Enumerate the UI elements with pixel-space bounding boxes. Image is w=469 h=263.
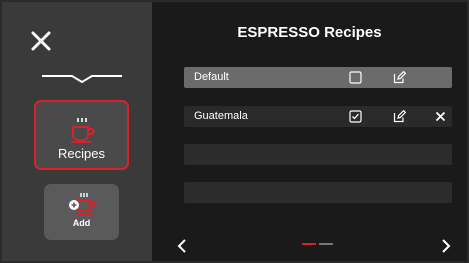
chevron-divider-icon bbox=[42, 75, 122, 84]
checkbox-unchecked-icon[interactable] bbox=[349, 71, 362, 84]
recipes-tile-label: Recipes bbox=[58, 146, 105, 161]
recipe-row-default[interactable]: Default bbox=[184, 67, 452, 88]
empty-recipe-slot[interactable] bbox=[184, 182, 452, 203]
decorative-divider bbox=[42, 72, 122, 86]
checkbox-checked-icon[interactable] bbox=[349, 110, 362, 123]
next-page-arrow-icon[interactable] bbox=[440, 238, 452, 254]
recipes-tile[interactable]: Recipes bbox=[34, 100, 129, 170]
recipe-row-guatemala[interactable]: Guatemala bbox=[184, 106, 452, 127]
close-icon bbox=[31, 31, 51, 51]
close-button[interactable] bbox=[30, 30, 52, 52]
delete-icon[interactable] bbox=[434, 110, 447, 123]
edit-icon[interactable] bbox=[393, 71, 406, 84]
main-panel: ESPRESSO Recipes Default Guatemala bbox=[152, 2, 467, 261]
add-tile-label: Add bbox=[72, 218, 91, 228]
previous-page-arrow-icon[interactable] bbox=[176, 238, 188, 254]
edit-icon[interactable] bbox=[393, 110, 406, 123]
recipe-name: Guatemala bbox=[194, 110, 248, 122]
pager-indicator bbox=[319, 243, 333, 245]
add-coffee-cup-icon bbox=[68, 193, 96, 215]
add-recipe-tile[interactable]: Add bbox=[44, 184, 119, 240]
pager-indicator-active bbox=[302, 243, 316, 245]
empty-recipe-slot[interactable] bbox=[184, 144, 452, 165]
coffee-cup-icon bbox=[70, 118, 94, 143]
sidebar: Recipes Add bbox=[2, 2, 152, 261]
recipe-name: Default bbox=[194, 71, 229, 83]
page-title: ESPRESSO Recipes bbox=[237, 24, 382, 41]
